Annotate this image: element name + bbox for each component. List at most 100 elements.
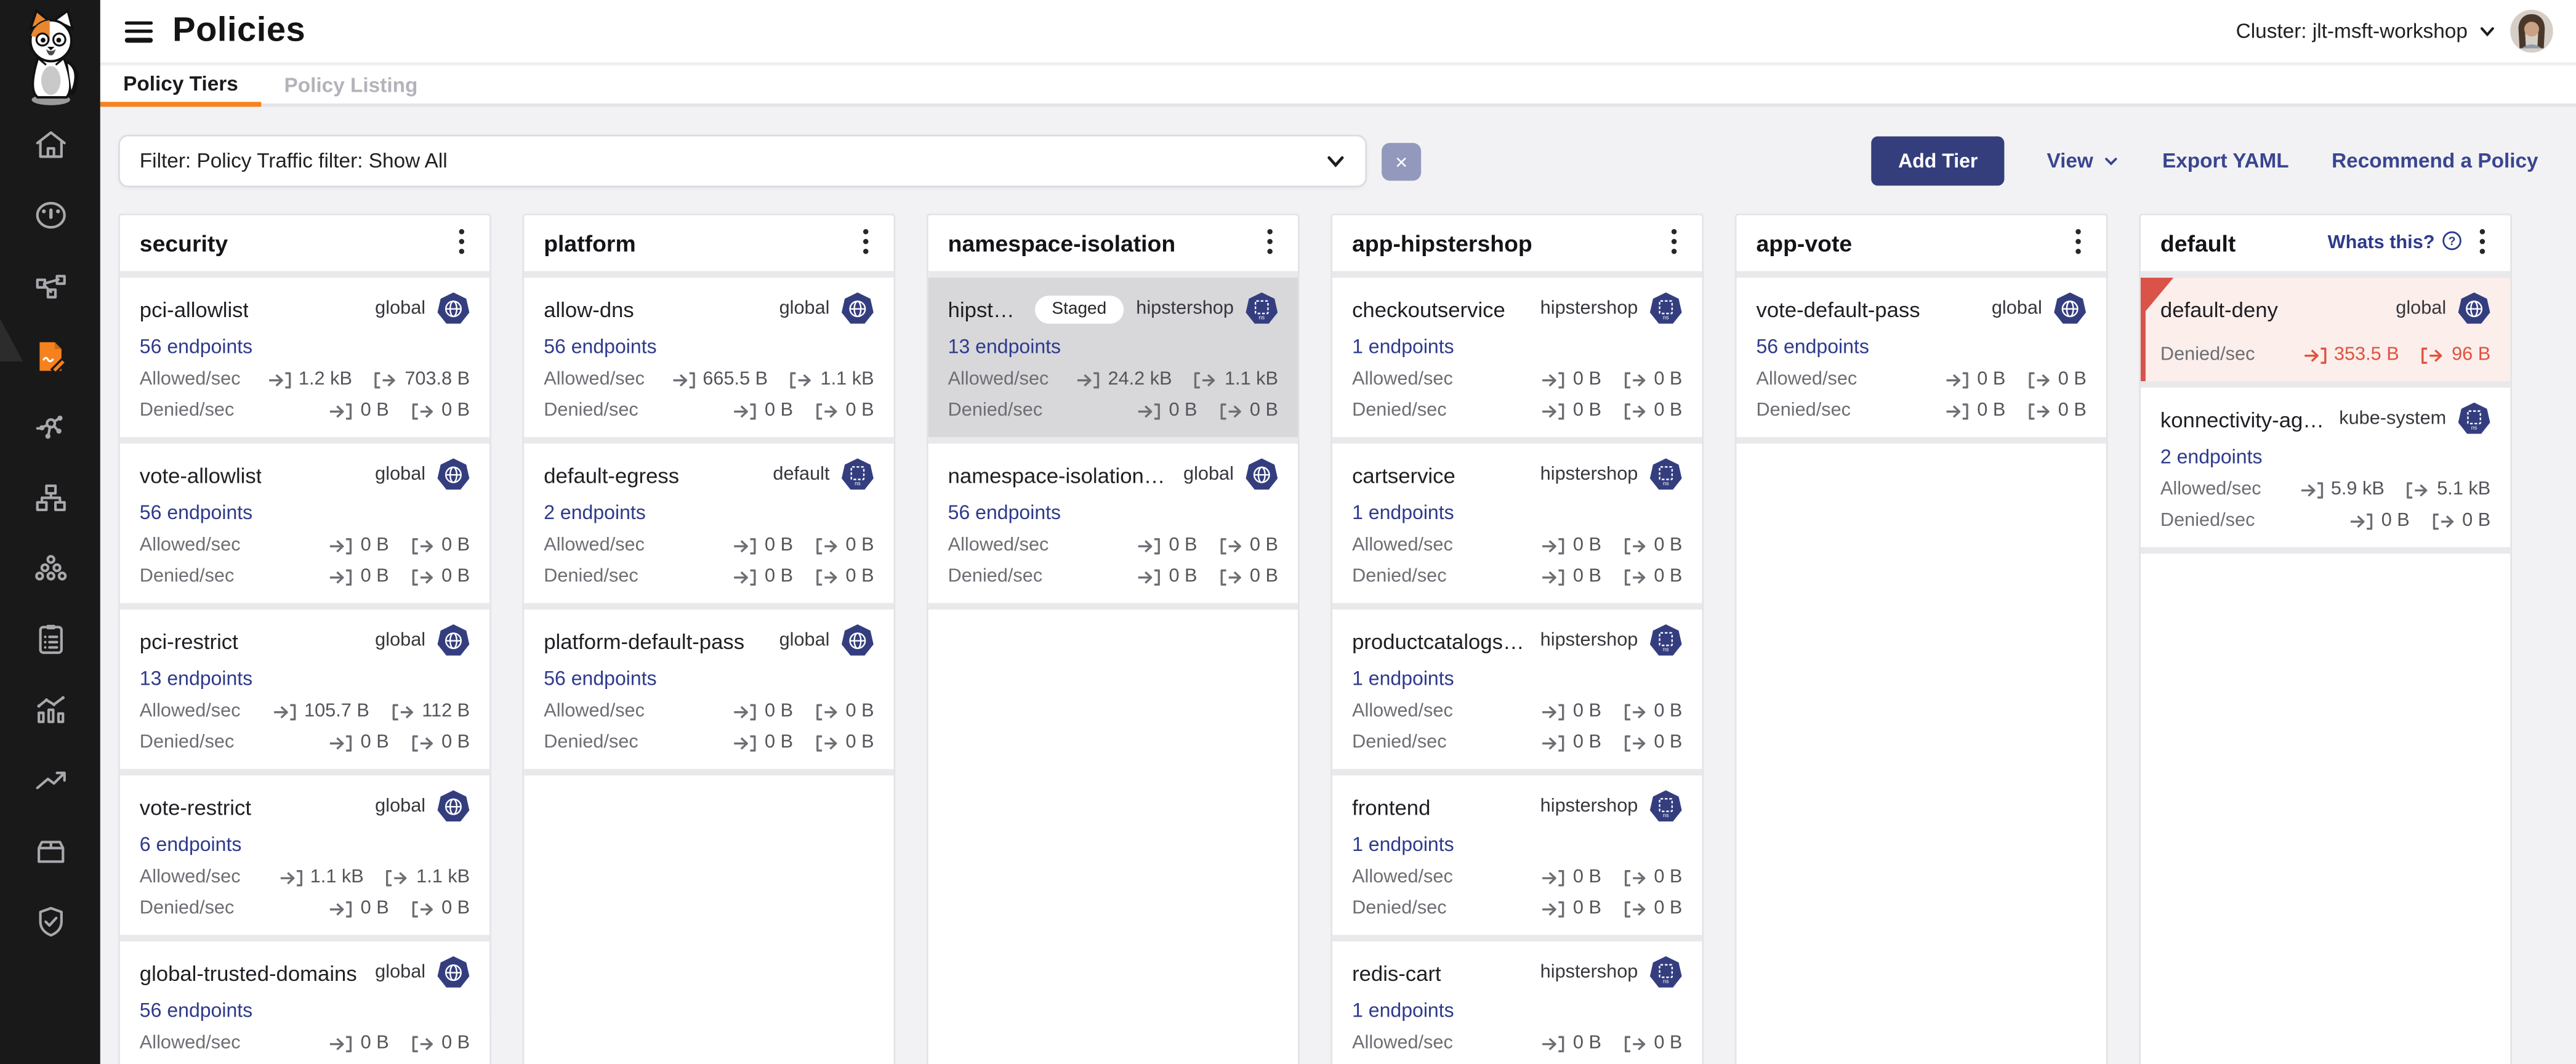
policy-name[interactable]: platform-default-pass [544,629,744,653]
policy-name[interactable]: namespace-isolation-default-p… [948,462,1170,487]
ingress-value: 0 B [1542,899,1601,919]
policy-card-cartservice[interactable]: cartservicehipstershopns1 endpointsAllow… [1332,443,1702,610]
tab-policy-listing[interactable]: Policy Listing [261,66,441,103]
endpoints-link[interactable]: 56 endpoints [544,667,656,690]
tier-header: app-hipstershop [1332,216,1702,278]
egress-value: 0 B [410,899,470,919]
endpoints-link[interactable]: 56 endpoints [1756,335,1869,358]
policy-name[interactable]: allow-dns [544,297,634,321]
metric-label: Allowed/sec [544,701,645,721]
topology-icon [32,480,68,519]
endpoints-link[interactable]: 56 endpoints [948,501,1061,524]
policy-card-checkoutservice[interactable]: checkoutservicehipstershopns1 endpointsA… [1332,278,1702,444]
policy-name[interactable]: konnectivity-agent [2160,406,2326,431]
endpoints-link[interactable]: 56 endpoints [140,501,252,524]
endpoints-link[interactable]: 2 endpoints [544,501,646,524]
policy-card-hipstershop-gh[interactable]: hipstershop-gh…Stagedhipstershopns13 end… [928,278,1298,444]
dashboard-icon [32,197,68,236]
policy-name[interactable]: productcatalogservice [1352,629,1527,653]
endpoints-link[interactable]: 1 endpoints [1352,501,1454,524]
tier-menu-kebab-icon[interactable] [1666,225,1683,262]
metric-label: Allowed/sec [1352,868,1453,887]
policy-name[interactable]: pci-restrict [140,629,238,653]
policy-name[interactable]: frontend [1352,794,1430,819]
policy-name[interactable]: hipstershop-gh… [948,297,1023,321]
endpoints-link[interactable]: 13 endpoints [948,335,1061,358]
policy-card-allow-dns[interactable]: allow-dnsglobal56 endpointsAllowed/sec66… [524,278,893,444]
policy-card-vote-default-pass[interactable]: vote-default-passglobal56 endpointsAllow… [1736,278,2106,444]
policy-card-global-trusted-domains[interactable]: global-trusted-domainsglobal56 endpoints… [120,941,489,1064]
policy-card-vote-allowlist[interactable]: vote-allowlistglobal56 endpointsAllowed/… [120,443,489,610]
view-menu-button[interactable]: View [2047,150,2119,172]
metric-label: Allowed/sec [544,536,645,555]
policy-name[interactable]: cartservice [1352,462,1455,487]
export-yaml-button[interactable]: Export YAML [2162,150,2289,172]
egress-value: 0 B [1218,401,1278,421]
sidebar-item-network-sets[interactable] [0,409,100,448]
endpoints-link[interactable]: 1 endpoints [1352,335,1454,358]
policy-traffic-filter-select[interactable]: Filter: Policy Traffic filter: Show All [118,135,1367,187]
sidebar-item-topology[interactable] [0,480,100,519]
egress-value: 0 B [1623,1033,1683,1053]
policy-name[interactable]: redis-cart [1352,961,1441,985]
help-circle-icon: ? [2441,230,2463,257]
tier-header: platform [524,216,893,278]
sidebar-item-service-graph[interactable] [0,268,100,307]
sidebar-item-dashboard[interactable] [0,197,100,236]
sidebar-item-compliance-reports[interactable] [0,621,100,661]
policy-card-frontend[interactable]: frontendhipstershopns1 endpointsAllowed/… [1332,775,1702,941]
policy-card-default-egress[interactable]: default-egressdefaultns2 endpointsAllowe… [524,443,893,610]
policy-name[interactable]: vote-default-pass [1756,297,1920,321]
policy-card-vote-restrict[interactable]: vote-restrictglobal6 endpointsAllowed/se… [120,775,489,941]
whats-this-link[interactable]: Whats this?? [2328,230,2463,257]
sidebar-item-metrics[interactable] [0,691,100,731]
sidebar-item-cluster[interactable] [0,550,100,590]
tier-menu-kebab-icon[interactable] [2474,225,2491,262]
policy-name[interactable]: default-deny [2160,297,2278,321]
user-avatar[interactable] [2510,10,2553,52]
ingress-value: 353.5 B [2303,345,2399,365]
endpoints-link[interactable]: 6 endpoints [140,833,242,856]
policy-card-redis-cart[interactable]: redis-carthipstershopns1 endpointsAllowe… [1332,941,1702,1064]
sidebar-item-trends[interactable] [0,762,100,802]
policy-card-konnectivity-agent[interactable]: konnectivity-agentkube-systemns2 endpoin… [2141,388,2510,554]
endpoints-link[interactable]: 2 endpoints [2160,445,2263,468]
ingress-arrow-icon [2303,346,2327,364]
sidebar-item-packages[interactable] [0,833,100,873]
endpoints-link[interactable]: 56 endpoints [140,999,252,1022]
policy-name[interactable]: pci-allowlist [140,297,249,321]
sidebar-item-home[interactable] [0,126,100,166]
tier-menu-kebab-icon[interactable] [1262,225,1278,262]
policy-card-pci-allowlist[interactable]: pci-allowlistglobal56 endpointsAllowed/s… [120,278,489,444]
endpoints-link[interactable]: 56 endpoints [140,335,252,358]
policy-name[interactable]: global-trusted-domains [140,961,357,985]
endpoints-link[interactable]: 1 endpoints [1352,833,1454,856]
policy-name[interactable]: default-egress [544,462,679,487]
policy-name[interactable]: checkoutservice [1352,297,1505,321]
clear-filter-button[interactable]: × [1382,142,1421,180]
scope-label: global [2396,299,2446,319]
endpoints-link[interactable]: 13 endpoints [140,667,252,690]
sidebar-item-policies[interactable] [0,339,100,378]
cluster-selector[interactable]: Cluster: jlt-msft-workshop [2236,20,2496,42]
policy-card-pci-restrict[interactable]: pci-restrictglobal13 endpointsAllowed/se… [120,610,489,776]
policy-card-platform-default-pass[interactable]: platform-default-passglobal56 endpointsA… [524,610,893,776]
policy-card-namespace-isolation-default-p[interactable]: namespace-isolation-default-p…global56 e… [928,443,1298,610]
endpoints-link[interactable]: 56 endpoints [544,335,656,358]
policy-name[interactable]: vote-allowlist [140,462,262,487]
sidebar-item-threat-defense[interactable] [0,904,100,943]
tier-menu-kebab-icon[interactable] [453,225,470,262]
tab-policy-tiers[interactable]: Policy Tiers [100,66,261,107]
tier-menu-kebab-icon[interactable] [858,225,874,262]
policy-card-productcatalogservice[interactable]: productcatalogservicehipstershopns1 endp… [1332,610,1702,776]
hamburger-menu-icon[interactable] [125,20,153,42]
endpoints-link[interactable]: 1 endpoints [1352,667,1454,690]
recommend-policy-button[interactable]: Recommend a Policy [2332,150,2538,172]
ingress-arrow-icon [329,733,354,751]
tier-menu-kebab-icon[interactable] [2070,225,2087,262]
metric-label: Denied/sec [1352,733,1447,752]
add-tier-button[interactable]: Add Tier [1872,136,2004,185]
policy-card-default-deny[interactable]: default-denyglobalDenied/sec353.5 B96 B [2141,278,2510,388]
policy-name[interactable]: vote-restrict [140,794,251,819]
endpoints-link[interactable]: 1 endpoints [1352,999,1454,1022]
